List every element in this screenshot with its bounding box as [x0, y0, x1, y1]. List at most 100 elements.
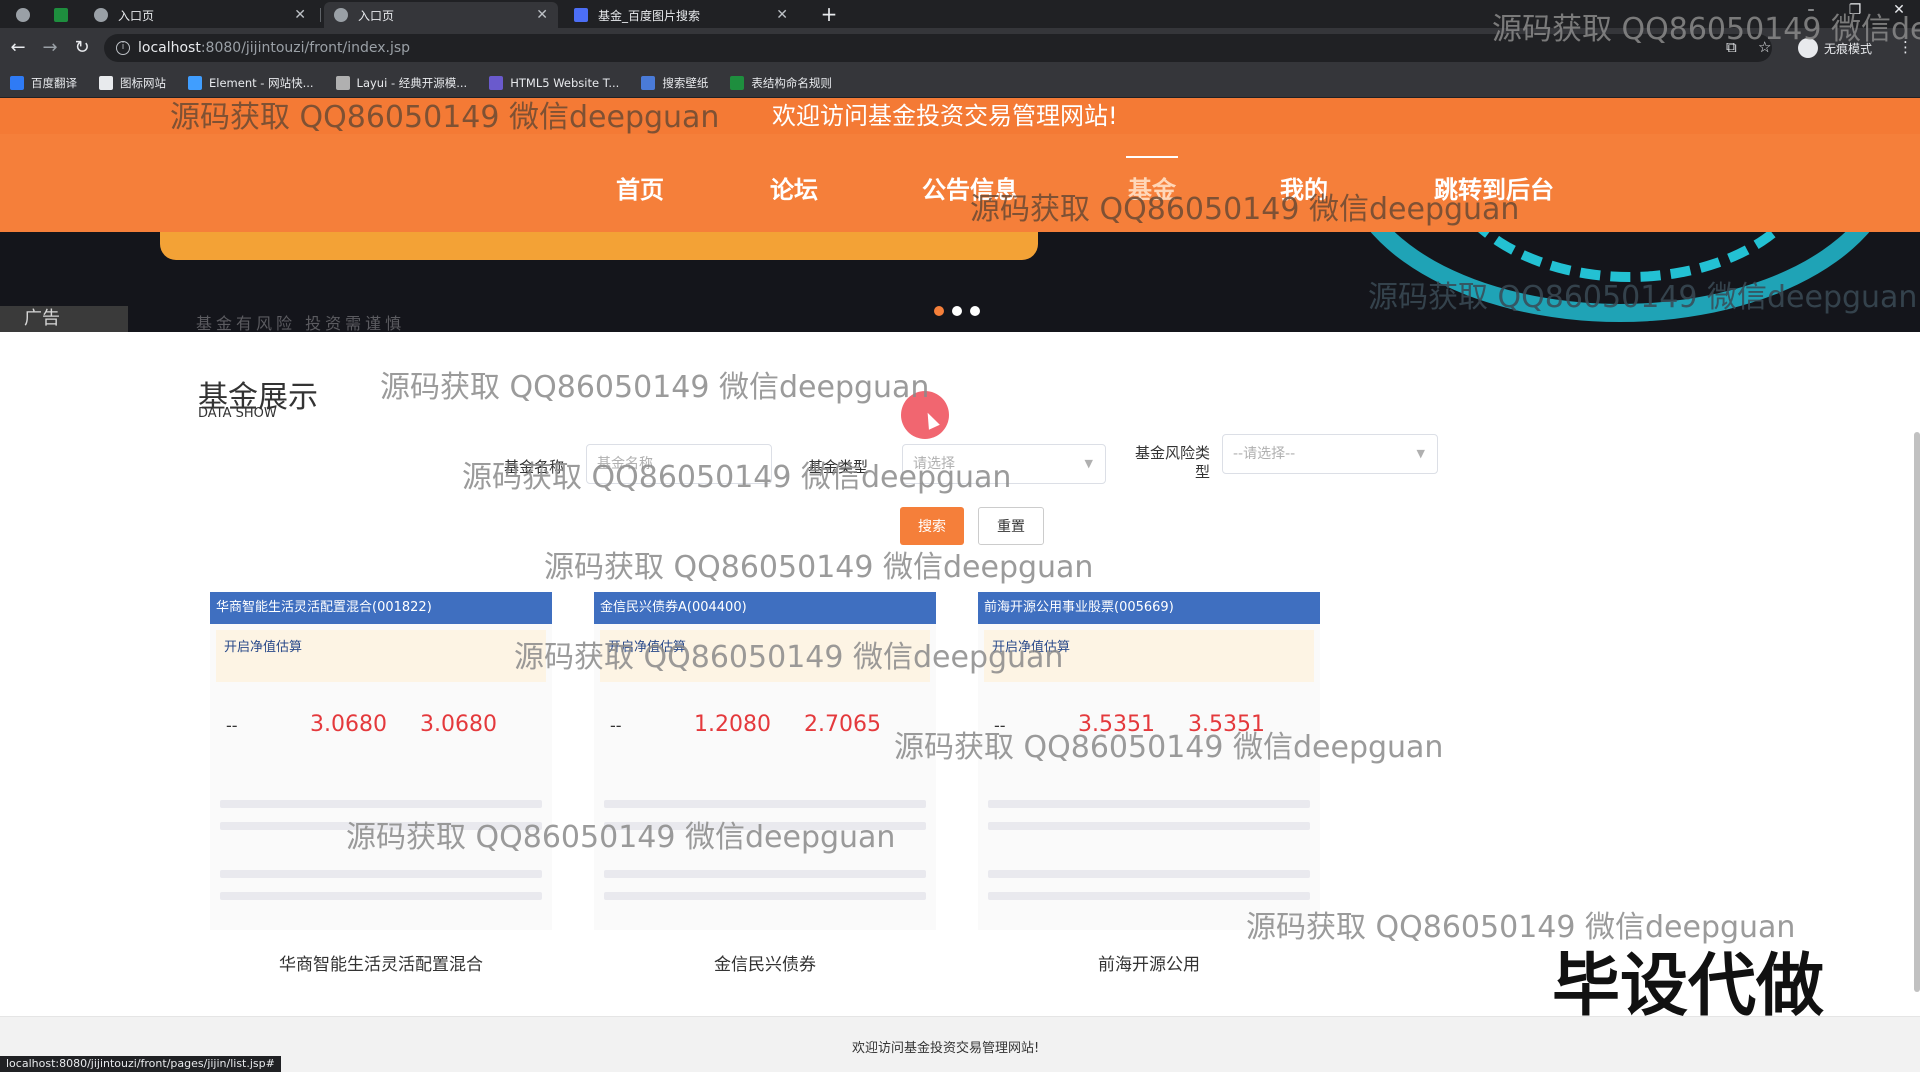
banner-slogan: 基金有风险 投资需谨慎: [196, 314, 406, 332]
fund-image[interactable]: 前海开源公用事业股票(005669) 开启净值估算 -- 3.5351 3.53…: [978, 592, 1320, 930]
close-window-icon[interactable]: ✕: [1884, 2, 1914, 18]
bookmark-icon: [730, 75, 745, 90]
fund-card[interactable]: 前海开源公用事业股票(005669) 开启净值估算 -- 3.5351 3.53…: [978, 592, 1320, 975]
bookmark-label: 图标网站: [120, 75, 166, 90]
fund-name-input[interactable]: 基金名称: [586, 444, 772, 484]
fund-name-label: 基金名称: [504, 458, 565, 476]
fund-type-label: 基金类型: [808, 458, 869, 476]
fund-meta-row: [220, 822, 542, 830]
sheet-icon: [54, 8, 68, 22]
fund-name-placeholder: 基金名称: [597, 456, 653, 472]
bookmark-item[interactable]: Layui - 经典开源模...: [335, 75, 468, 91]
bookmark-item[interactable]: 搜索壁纸: [641, 75, 708, 91]
fund-meta-row: [988, 822, 1310, 830]
bookmarks-bar: 百度翻译 图标网站 Element - 网站快... Layui - 经典开源模...…: [0, 68, 1920, 98]
bookmark-label: Layui - 经典开源模...: [356, 75, 468, 90]
nav-admin[interactable]: 跳转到后台: [1434, 170, 1554, 205]
translate-icon[interactable]: ⧉: [1726, 38, 1737, 56]
restore-icon[interactable]: ❐: [1840, 2, 1870, 18]
tab-label: 入口页: [358, 8, 395, 23]
fund-meta-row: [220, 800, 542, 808]
bookmark-label: 百度翻译: [31, 75, 77, 90]
globe-icon: [334, 8, 348, 22]
promo-stamp: 毕设代做: [1552, 947, 1825, 1026]
bookmark-item[interactable]: 图标网站: [99, 75, 166, 91]
welcome-text: 欢迎访问基金投资交易管理网站!: [772, 102, 1118, 130]
fund-name[interactable]: 金信民兴债券: [594, 950, 936, 975]
footer-text: 欢迎访问基金投资交易管理网站!: [852, 1041, 1040, 1056]
tab-entry-1[interactable]: 入口页 ✕: [84, 2, 316, 28]
chevron-down-icon: ▼: [1084, 457, 1093, 470]
fund-acc-nav: 3.5351: [1188, 712, 1265, 737]
nav-funds[interactable]: 基金: [1126, 156, 1178, 205]
fund-meta-row: [604, 892, 926, 900]
fund-image-strip: 开启净值估算: [216, 630, 546, 682]
ad-label: 广告: [0, 306, 128, 332]
bookmark-label: 表结构命名规则: [751, 75, 832, 90]
bookmark-item[interactable]: 表结构命名规则: [730, 75, 832, 91]
estimate-value: --: [610, 716, 622, 735]
fund-nav: 3.5351: [1078, 712, 1155, 737]
tab-pinned-sheet[interactable]: [44, 2, 72, 28]
status-bar-url: localhost:8080/jijintouzi/front/pages/ji…: [0, 1056, 281, 1072]
back-icon[interactable]: ←: [6, 36, 30, 60]
fund-image-caption: 前海开源公用事业股票(005669): [978, 592, 1320, 624]
menu-icon[interactable]: ⋮: [1898, 38, 1913, 56]
tab-baidu-images[interactable]: 基金_百度图片搜索 ✕: [564, 2, 798, 28]
fund-image-strip: 开启净值估算: [600, 630, 930, 682]
fund-acc-nav: 2.7065: [804, 712, 881, 737]
fund-type-select[interactable]: 请选择 ▼: [902, 444, 1106, 484]
carousel-dots: [934, 306, 988, 316]
banner-carousel[interactable]: 广告 基金有风险 投资需谨慎: [0, 232, 1920, 332]
forward-icon[interactable]: →: [38, 36, 62, 60]
watermark: 源码获取 QQ86050149 微信deepguan: [380, 370, 930, 405]
carousel-dot[interactable]: [934, 306, 944, 316]
bookmark-item[interactable]: HTML5 Website T...: [489, 75, 619, 90]
search-button[interactable]: 搜索: [900, 507, 964, 545]
incognito-indicator[interactable]: 无痕模式: [1798, 36, 1872, 60]
fund-risk-placeholder: --请选择--: [1233, 446, 1296, 462]
fund-card[interactable]: 华商智能生活灵活配置混合(001822) 开启净值估算 -- 3.0680 3.…: [210, 592, 552, 975]
globe-icon: [16, 8, 30, 22]
browser-toolbar: ← → ↻ i localhost:8080/jijintouzi/front/…: [0, 28, 1920, 68]
nav-forum[interactable]: 论坛: [770, 170, 818, 205]
page-scrollbar[interactable]: [1914, 432, 1920, 992]
fund-meta-row: [604, 822, 926, 830]
fund-image[interactable]: 华商智能生活灵活配置混合(001822) 开启净值估算 -- 3.0680 3.…: [210, 592, 552, 930]
url-path: :8080/jijintouzi/front/index.jsp: [200, 40, 411, 56]
fund-meta-row: [604, 800, 926, 808]
site-navigation: 首页 论坛 公告信息 基金 我的 跳转到后台: [0, 134, 1920, 232]
fund-meta-row: [988, 892, 1310, 900]
reset-button[interactable]: 重置: [978, 507, 1044, 545]
bookmark-icon: [641, 75, 656, 90]
reload-icon[interactable]: ↻: [70, 36, 94, 60]
site-top-bar: 欢迎访问基金投资交易管理网站!: [0, 98, 1920, 134]
new-tab-button[interactable]: +: [816, 2, 842, 26]
bookmark-item[interactable]: Element - 网站快...: [188, 75, 314, 91]
star-icon[interactable]: ☆: [1758, 38, 1771, 56]
fund-name[interactable]: 前海开源公用: [978, 950, 1320, 975]
bookmark-label: 搜索壁纸: [662, 75, 709, 90]
carousel-dot[interactable]: [952, 306, 962, 316]
fund-name[interactable]: 华商智能生活灵活配置混合: [210, 950, 552, 975]
close-icon[interactable]: ✕: [294, 7, 306, 23]
tab-pinned[interactable]: [6, 2, 38, 28]
close-icon[interactable]: ✕: [536, 7, 548, 23]
close-icon[interactable]: ✕: [776, 7, 788, 23]
fund-meta-row: [988, 870, 1310, 878]
fund-card[interactable]: 金信民兴债券A(004400) 开启净值估算 -- 1.2080 2.7065 …: [594, 592, 936, 975]
fund-image[interactable]: 金信民兴债券A(004400) 开启净值估算 -- 1.2080 2.7065: [594, 592, 936, 930]
info-icon[interactable]: i: [116, 41, 130, 55]
minimize-icon[interactable]: –: [1796, 2, 1826, 18]
nav-notices[interactable]: 公告信息: [922, 170, 1018, 205]
fund-risk-select[interactable]: --请选择-- ▼: [1222, 434, 1438, 474]
tab-label: 基金_百度图片搜索: [598, 8, 701, 23]
address-bar[interactable]: i localhost:8080/jijintouzi/front/index.…: [104, 34, 1772, 62]
baidu-icon: [574, 8, 588, 22]
carousel-dot[interactable]: [970, 306, 980, 316]
estimate-value: --: [994, 716, 1006, 735]
nav-mine[interactable]: 我的: [1280, 170, 1328, 205]
bookmark-item[interactable]: 百度翻译: [10, 75, 77, 91]
tab-entry-2[interactable]: 入口页 ✕: [324, 2, 558, 28]
nav-home[interactable]: 首页: [616, 170, 664, 205]
